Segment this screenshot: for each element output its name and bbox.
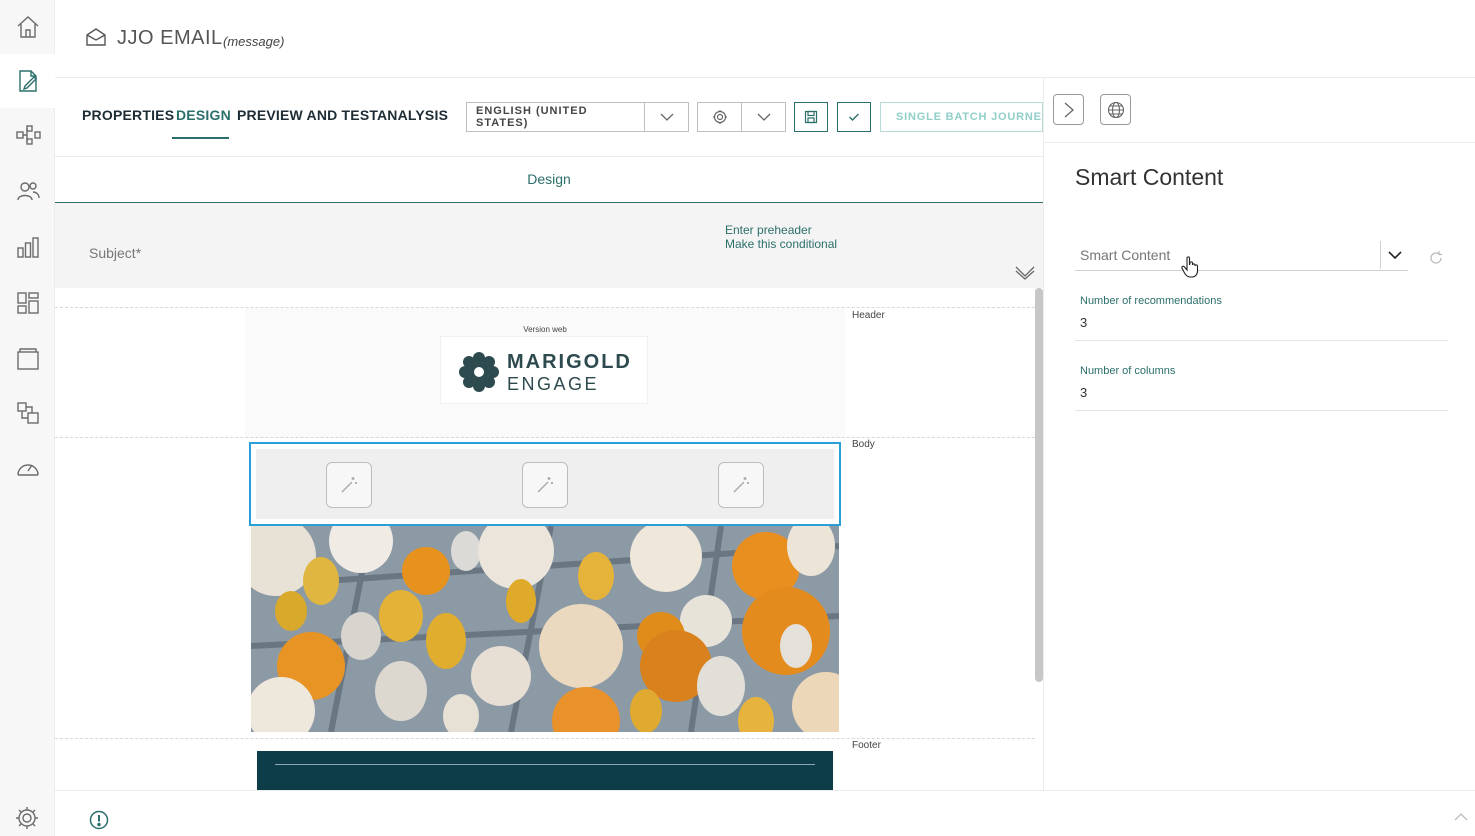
edit-document-icon — [18, 70, 37, 92]
components-icon — [16, 402, 39, 424]
subject-field[interactable]: Subject* — [89, 245, 141, 261]
section-divider — [55, 437, 1035, 438]
rail-library[interactable] — [0, 332, 55, 386]
section-label-footer: Footer — [852, 740, 881, 751]
page-subtitle: (message) — [223, 34, 285, 49]
settings-dropdown-button[interactable] — [741, 103, 785, 131]
smart-content-select-value: Smart Content — [1080, 247, 1171, 263]
expand-chevron-icon[interactable] — [1015, 266, 1035, 280]
email-footer-block[interactable] — [257, 751, 833, 790]
smart-content-cell[interactable] — [522, 462, 568, 508]
canvas-scrollbar[interactable] — [1035, 288, 1043, 682]
logo-text-marigold: MARIGOLD — [507, 351, 632, 373]
validate-button[interactable] — [837, 102, 871, 132]
hand-cursor-icon — [1181, 256, 1199, 278]
bar-chart-icon — [16, 237, 39, 258]
envelope-icon — [86, 28, 106, 46]
logo[interactable]: MARIGOLD ENGAGE — [440, 336, 648, 404]
rail-journeys[interactable] — [0, 108, 55, 162]
smart-content-cell[interactable] — [326, 462, 372, 508]
globe-icon — [1107, 101, 1124, 118]
save-button[interactable] — [794, 102, 828, 132]
left-rail — [0, 0, 55, 836]
rail-monitoring[interactable] — [0, 442, 55, 496]
single-batch-journey-button[interactable]: SINGLE BATCH JOURNEY — [880, 102, 1043, 132]
language-dropdown-button[interactable] — [644, 103, 688, 131]
rail-analytics[interactable] — [0, 220, 55, 274]
language-value: ENGLISH (UNITED STATES) — [476, 105, 588, 129]
marigold-flower-icon — [459, 352, 499, 392]
chevron-down-icon — [1387, 251, 1402, 259]
page-title: JJO EMAIL — [117, 27, 223, 49]
magic-wand-icon — [733, 477, 749, 493]
bottom-bar — [55, 790, 1475, 836]
settings-gear-icon[interactable] — [14, 805, 40, 831]
recommendations-input[interactable]: 3 — [1075, 315, 1448, 341]
design-heading: Design — [527, 171, 571, 187]
home-icon — [17, 16, 38, 38]
smart-content-row — [256, 449, 834, 519]
logo-text-engage: ENGAGE — [507, 374, 600, 394]
make-conditional-link[interactable]: Make this conditional — [725, 237, 837, 251]
chevron-down-icon — [757, 113, 770, 121]
section-label-body: Body — [852, 439, 875, 450]
smart-content-panel: Smart Content Smart Content Number of re… — [1043, 78, 1475, 790]
design-heading-bar: Design — [55, 157, 1043, 203]
tab-preview-and-test[interactable]: PREVIEW AND TEST — [237, 107, 378, 123]
single-batch-journey-label: SINGLE BATCH JOURNEY — [896, 111, 1043, 123]
app-root: JJO EMAIL (message) PROPERTIES DESIGN PR… — [0, 0, 1475, 836]
check-icon — [849, 113, 859, 121]
top-header: JJO EMAIL (message) — [55, 0, 1475, 78]
tab-properties[interactable]: PROPERTIES — [82, 107, 174, 123]
dashboard-icon — [16, 292, 39, 314]
gauge-icon — [16, 464, 39, 476]
rail-components[interactable] — [0, 386, 55, 440]
magic-wand-icon — [537, 477, 553, 493]
smart-content-select[interactable]: Smart Content — [1075, 240, 1408, 271]
smart-content-block[interactable] — [249, 442, 841, 526]
hero-image-balloons[interactable] — [251, 526, 839, 732]
columns-input[interactable]: 3 — [1075, 385, 1448, 411]
section-divider — [55, 738, 1035, 739]
rail-audience[interactable] — [0, 164, 55, 218]
collapse-panel-button[interactable] — [1053, 94, 1084, 125]
chevron-down-icon — [660, 113, 673, 121]
rail-home[interactable] — [0, 0, 55, 54]
rail-content[interactable] — [0, 54, 55, 108]
globe-button[interactable] — [1100, 94, 1131, 125]
settings-select[interactable] — [697, 102, 786, 132]
columns-label: Number of columns — [1080, 365, 1176, 377]
rail-dashboards[interactable] — [0, 276, 55, 330]
tabs-toolbar: PROPERTIES DESIGN PREVIEW AND TEST ANALY… — [55, 78, 1043, 157]
enter-preheader-link[interactable]: Enter preheader — [725, 223, 812, 237]
tab-analysis[interactable]: ANALYSIS — [377, 107, 448, 123]
users-icon — [16, 182, 40, 201]
chevron-right-icon — [1064, 102, 1074, 117]
settings-button[interactable] — [698, 103, 741, 131]
folder-icon — [16, 348, 39, 370]
alert-icon[interactable] — [89, 810, 109, 830]
version-web-link[interactable]: Version web — [245, 325, 845, 334]
panel-title: Smart Content — [1075, 164, 1224, 190]
language-select[interactable]: ENGLISH (UNITED STATES) — [466, 102, 689, 132]
chevron-up-icon[interactable] — [1454, 813, 1468, 821]
magic-wand-icon — [341, 477, 357, 493]
tab-design[interactable]: DESIGN — [176, 107, 231, 123]
save-icon — [804, 110, 818, 124]
refresh-icon[interactable] — [1428, 250, 1444, 266]
balloons-image — [251, 526, 839, 732]
panel-toolbar — [1044, 78, 1475, 143]
email-canvas: Header Version web MARIGOLD ENGAGE Body — [55, 288, 1043, 790]
active-tab-indicator — [172, 137, 229, 139]
recommendations-label: Number of recommendations — [1080, 295, 1222, 307]
section-label-header: Header — [852, 310, 885, 321]
subject-area: Subject* Enter preheader Make this condi… — [55, 203, 1043, 288]
email-header-block[interactable]: Version web MARIGOLD ENGAGE — [245, 308, 845, 438]
smart-content-dropdown-button[interactable] — [1380, 241, 1408, 269]
footer-divider — [275, 764, 815, 765]
gear-icon — [712, 110, 727, 124]
smart-content-cell[interactable] — [718, 462, 764, 508]
flow-icon — [15, 125, 41, 145]
